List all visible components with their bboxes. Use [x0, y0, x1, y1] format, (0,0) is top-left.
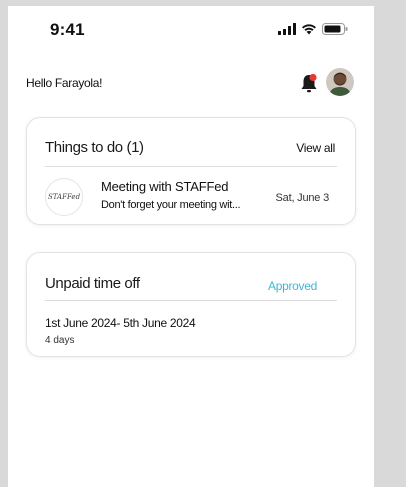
status-bar: 9:41 [8, 6, 374, 54]
phone-screen: 9:41 Hello Farayola! Things to do (1) Vi… [8, 6, 374, 487]
view-all-link[interactable]: View all [296, 141, 335, 155]
status-icons [278, 23, 348, 35]
time-off-duration: 4 days [45, 335, 75, 346]
task-date: Sat, June 3 [275, 192, 330, 204]
greeting-text: Hello Farayola! [26, 76, 103, 90]
task-title: Meeting with STAFFed [101, 179, 229, 194]
unpaid-time-off-card[interactable]: Unpaid time off Approved 1st June 2024- … [26, 252, 356, 357]
greeting-row: Hello Farayola! [26, 68, 356, 98]
battery-icon [322, 23, 348, 35]
task-subtitle: Don't forget your meeting wit... [101, 199, 241, 211]
approved-status-badge: Approved [268, 279, 317, 293]
bell-icon[interactable] [300, 73, 318, 95]
unpaid-time-off-title: Unpaid time off [45, 275, 140, 292]
staffed-logo-text: STAFFed [47, 193, 81, 201]
things-to-do-title: Things to do (1) [45, 139, 144, 156]
wifi-icon [302, 24, 316, 35]
task-item[interactable]: STAFFed Meeting with STAFFed Don't forge… [45, 176, 337, 216]
status-time: 9:41 [50, 20, 85, 39]
staffed-logo: STAFFed [45, 178, 83, 216]
things-to-do-card: Things to do (1) View all STAFFed Meetin… [26, 117, 356, 225]
card-divider [45, 166, 337, 167]
avatar[interactable] [326, 68, 354, 96]
signal-icon [278, 23, 296, 35]
time-off-dates: 1st June 2024- 5th June 2024 [45, 316, 196, 330]
notification-badge [309, 73, 317, 82]
card-divider [45, 300, 337, 301]
